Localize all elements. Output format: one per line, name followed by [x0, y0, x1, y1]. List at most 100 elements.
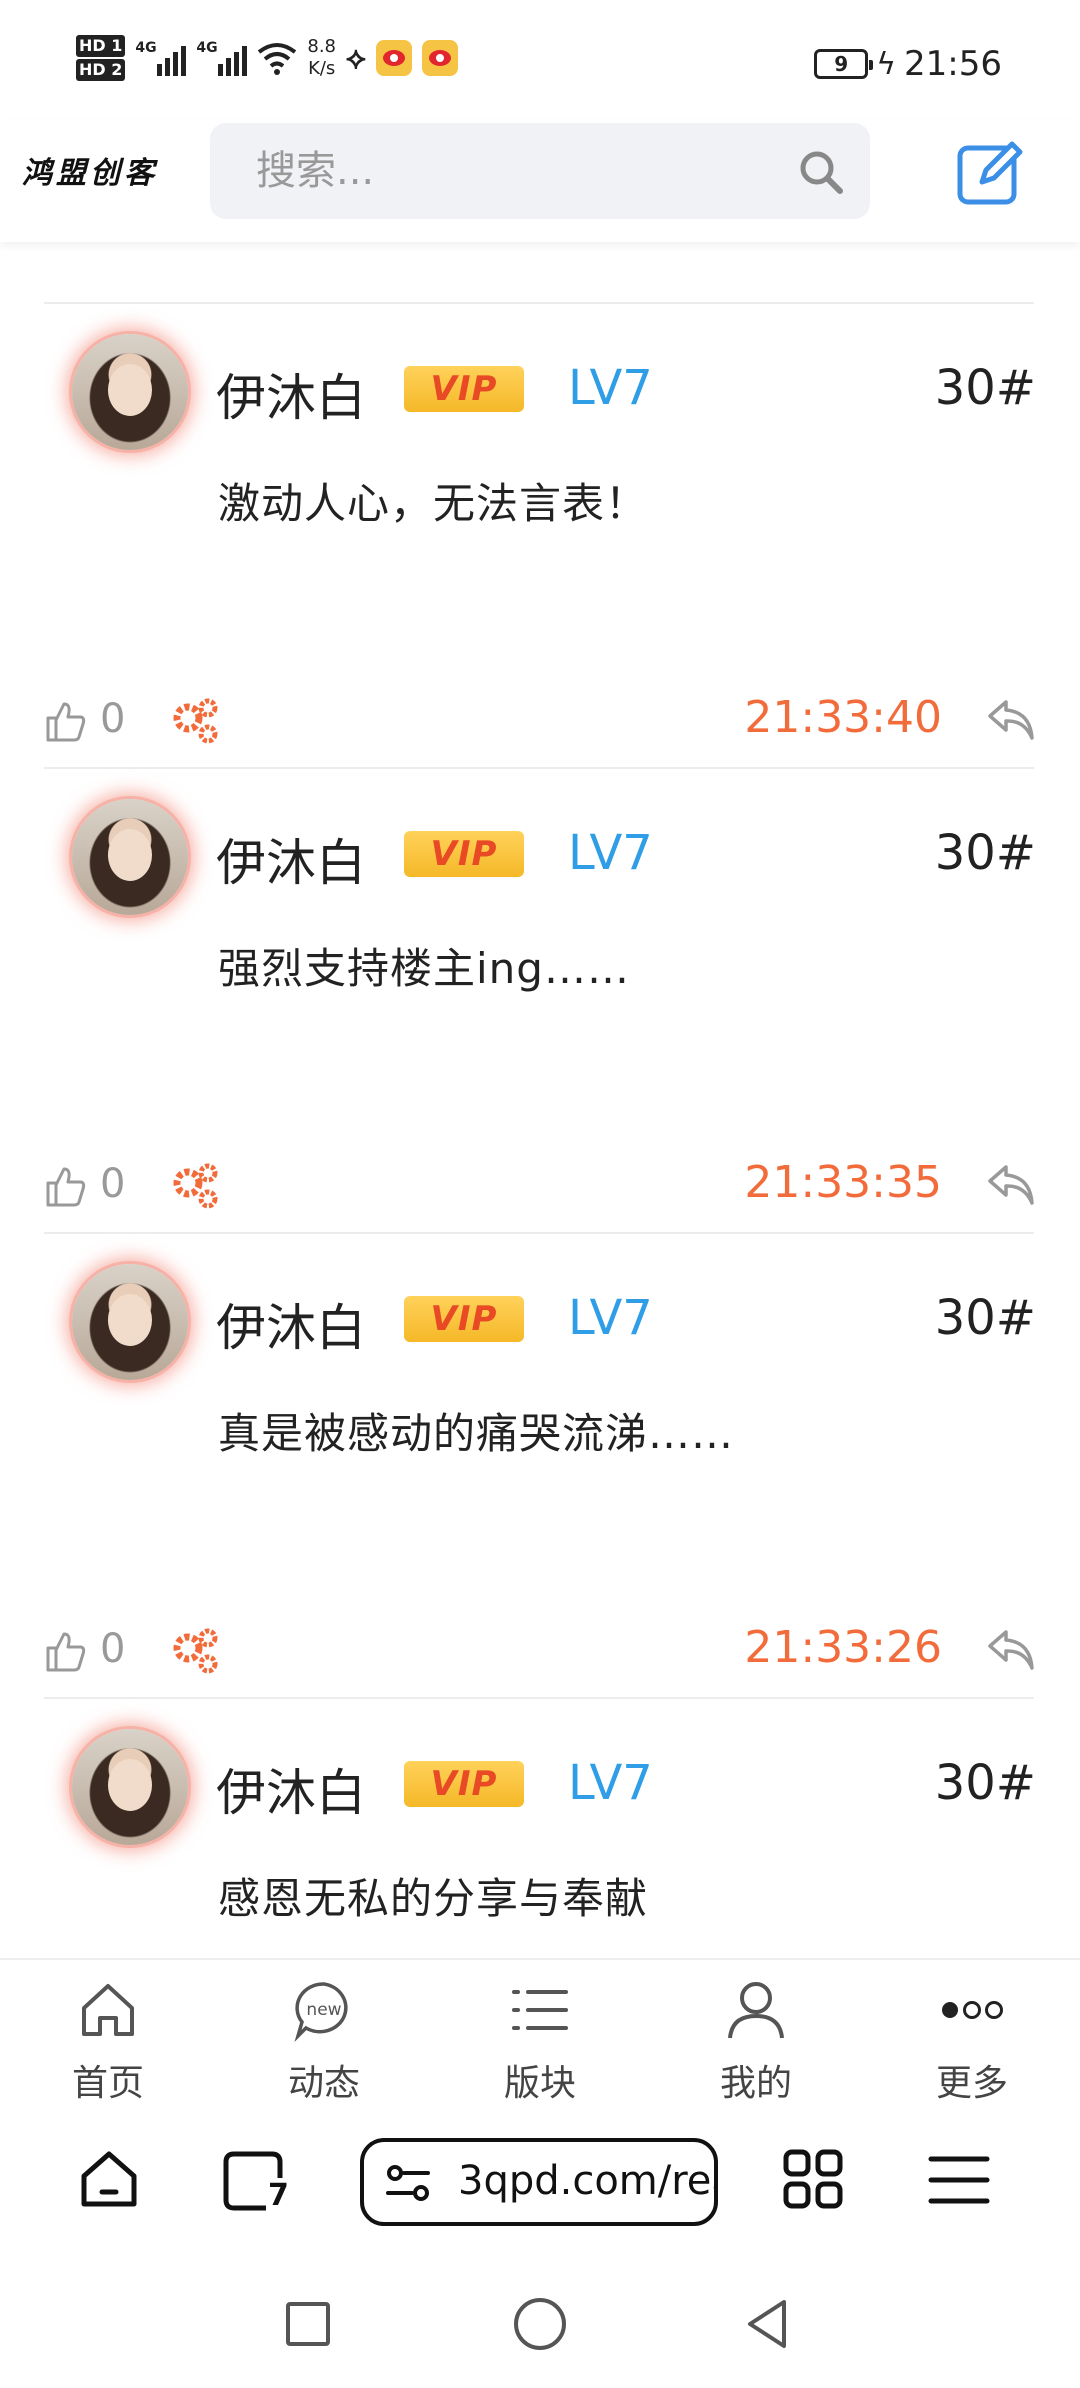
- tab-label: 我的: [719, 2063, 792, 2104]
- net-speed-unit: K/s: [308, 58, 336, 79]
- level-badge: LV7: [568, 1290, 653, 1346]
- apps-grid-icon[interactable]: [782, 2148, 844, 2210]
- site-logo[interactable]: 鸿盟创客: [22, 148, 158, 192]
- charging-icon: ϟ: [876, 46, 897, 82]
- level-badge: LV7: [568, 1755, 653, 1811]
- tab-label: 版块: [503, 2063, 576, 2104]
- floor-number: 30#: [934, 825, 1036, 881]
- browser-toolbar: 7 3qpd.com/rea: [0, 2106, 1080, 2266]
- reply-actions: 0 21:33:35: [0, 1157, 1080, 1227]
- reply-icon[interactable]: [986, 1163, 1036, 1207]
- vip-badge: VIP: [404, 1296, 524, 1342]
- sig1-label: 4G: [135, 40, 157, 56]
- weibo-icon: [375, 40, 412, 76]
- reply-content: 感恩无私的分享与奉献: [218, 1874, 649, 1923]
- reply-item: 伊沐白 VIP LV7 30# 激动人心，无法言表！ 0 21:33:40: [0, 302, 1080, 767]
- gear-icon[interactable]: [170, 696, 222, 748]
- like-count: 0: [100, 696, 126, 742]
- level-badge: LV7: [568, 825, 653, 881]
- gear-icon[interactable]: [170, 1626, 222, 1678]
- divider: [44, 302, 1034, 304]
- reply-icon[interactable]: [986, 698, 1036, 742]
- avatar[interactable]: [72, 1729, 188, 1845]
- search-input[interactable]: [256, 143, 776, 199]
- thumbs-up-icon[interactable]: [44, 700, 86, 742]
- signal-icon: 4G: [135, 40, 187, 76]
- reply-icon[interactable]: [986, 1628, 1036, 1672]
- divider: [44, 767, 1034, 769]
- link-icon: ⟡: [346, 40, 366, 76]
- reply-item: 伊沐白 VIP LV7 30# 强烈支持楼主ing…… 0 21:33:35: [0, 767, 1080, 1232]
- reply-content: 真是被感动的痛哭流涕……: [218, 1409, 735, 1458]
- battery-level: 9: [834, 52, 849, 76]
- wifi-icon: [258, 43, 297, 75]
- divider: [44, 1232, 1034, 1234]
- reply-item: 伊沐白 VIP LV7 30# 感恩无私的分享与奉献: [0, 1697, 1080, 1958]
- tab-feed[interactable]: new 动态: [216, 1970, 432, 2104]
- new-badge-text: new: [306, 2000, 341, 2020]
- reply-actions: 0 21:33:26: [0, 1622, 1080, 1692]
- status-right: 9 ϟ 21:56: [814, 44, 1002, 84]
- tab-label: 动态: [287, 2063, 360, 2104]
- net-speed-value: 8.8: [307, 36, 337, 57]
- back-button[interactable]: [744, 2298, 790, 2350]
- home-icon: [82, 1984, 134, 2036]
- avatar[interactable]: [72, 799, 188, 915]
- reply-content: 激动人心，无法言表！: [218, 479, 649, 528]
- tab-label: 更多: [935, 2063, 1008, 2104]
- signal-icon-2: 4G: [196, 40, 248, 76]
- app-header: 鸿盟创客: [0, 120, 1080, 242]
- username[interactable]: 伊沐白: [216, 823, 366, 895]
- reply-time: 21:33:40: [744, 692, 942, 743]
- floor-number: 30#: [934, 1755, 1036, 1811]
- username[interactable]: 伊沐白: [216, 1753, 366, 1825]
- tab-count: 7: [268, 2178, 289, 2213]
- more-icon: [942, 2001, 1003, 2019]
- hd2-label: HD 2: [76, 59, 126, 81]
- tab-label: 首页: [71, 2063, 144, 2104]
- floor-number: 30#: [934, 1290, 1036, 1346]
- tab-mine[interactable]: 我的: [648, 1970, 864, 2104]
- user-icon: [728, 1982, 784, 2039]
- username[interactable]: 伊沐白: [216, 358, 366, 430]
- home-button[interactable]: [514, 2298, 566, 2350]
- sig2-label: 4G: [196, 40, 218, 56]
- site-settings-icon[interactable]: [386, 2164, 430, 2202]
- hd-indicator: HD 1 HD 2: [76, 34, 126, 82]
- weibo-icon-2: [421, 40, 458, 76]
- reply-item: 伊沐白 VIP LV7 30# 真是被感动的痛哭流涕…… 0 21:33:26: [0, 1232, 1080, 1697]
- net-speed: 8.8 K/s: [307, 36, 336, 80]
- search-icon[interactable]: [798, 149, 844, 195]
- search-box[interactable]: [210, 123, 870, 219]
- username[interactable]: 伊沐白: [216, 1288, 366, 1360]
- avatar[interactable]: [72, 334, 188, 450]
- floor-number: 30#: [934, 360, 1036, 416]
- like-count: 0: [100, 1626, 126, 1672]
- thumbs-up-icon[interactable]: [44, 1165, 86, 1207]
- status-left: HD 1 HD 2 4G 4G 8.8 K/s ⟡: [76, 34, 458, 82]
- browser-home-icon[interactable]: [78, 2148, 140, 2210]
- system-nav-bar: [0, 2266, 1080, 2388]
- tab-more[interactable]: 更多: [864, 1970, 1080, 2104]
- level-badge: LV7: [568, 360, 653, 416]
- reply-content: 强烈支持楼主ing……: [218, 944, 630, 993]
- address-bar[interactable]: 3qpd.com/rea: [360, 2138, 718, 2226]
- recents-button[interactable]: [286, 2302, 330, 2346]
- avatar[interactable]: [72, 1264, 188, 1380]
- clock: 21:56: [904, 44, 1002, 84]
- compose-icon[interactable]: [956, 138, 1024, 206]
- tab-sections[interactable]: 版块: [432, 1970, 648, 2104]
- bottom-tab-bar: 首页 new 动态 版块 我的 更多: [0, 1958, 1080, 2106]
- tab-home[interactable]: 首页: [0, 1970, 216, 2104]
- reply-time: 21:33:26: [744, 1622, 942, 1673]
- menu-icon[interactable]: [928, 2154, 990, 2206]
- battery-icon: 9: [814, 49, 874, 79]
- list-icon: [512, 1990, 568, 2030]
- status-bar: HD 1 HD 2 4G 4G 8.8 K/s ⟡ 9 ϟ 21:56: [0, 0, 1080, 120]
- like-count: 0: [100, 1161, 126, 1207]
- reply-feed: 伊沐白 VIP LV7 30# 激动人心，无法言表！ 0 21:33:40 伊沐…: [0, 242, 1080, 1958]
- thumbs-up-icon[interactable]: [44, 1630, 86, 1672]
- vip-badge: VIP: [404, 831, 524, 877]
- gear-icon[interactable]: [170, 1161, 222, 1213]
- hd1-label: HD 1: [76, 35, 126, 57]
